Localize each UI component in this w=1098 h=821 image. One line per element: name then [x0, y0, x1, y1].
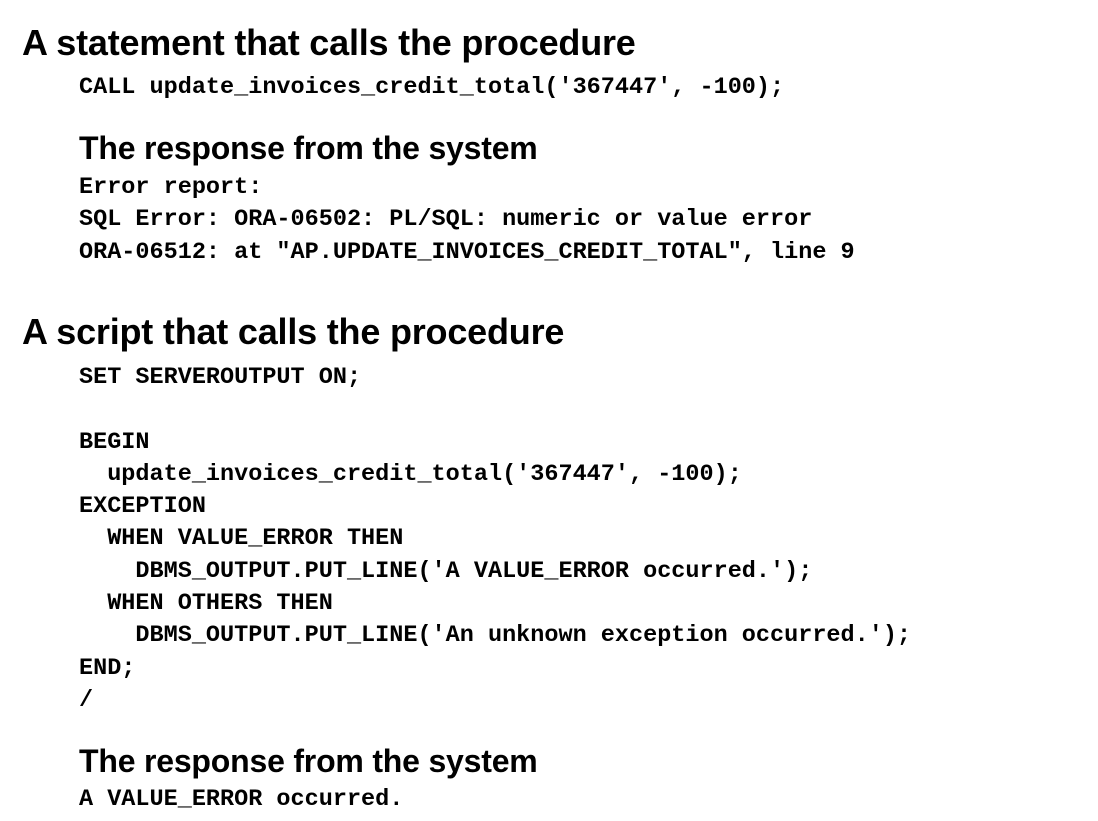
script-code: SET SERVEROUTPUT ON; BEGIN update_invoic… [79, 364, 912, 714]
statement-response-heading: The response from the system [79, 130, 538, 166]
statement-heading: A statement that calls the procedure [22, 22, 636, 63]
slide: A statement that calls the procedure CAL… [0, 0, 1098, 821]
script-response-text: A VALUE_ERROR occurred. [79, 786, 404, 813]
script-heading: A script that calls the procedure [22, 311, 565, 352]
statement-response-text: Error report: SQL Error: ORA-06502: PL/S… [79, 174, 855, 266]
script-response-heading: The response from the system [79, 743, 538, 779]
statement-code: CALL update_invoices_credit_total('36744… [79, 74, 785, 101]
